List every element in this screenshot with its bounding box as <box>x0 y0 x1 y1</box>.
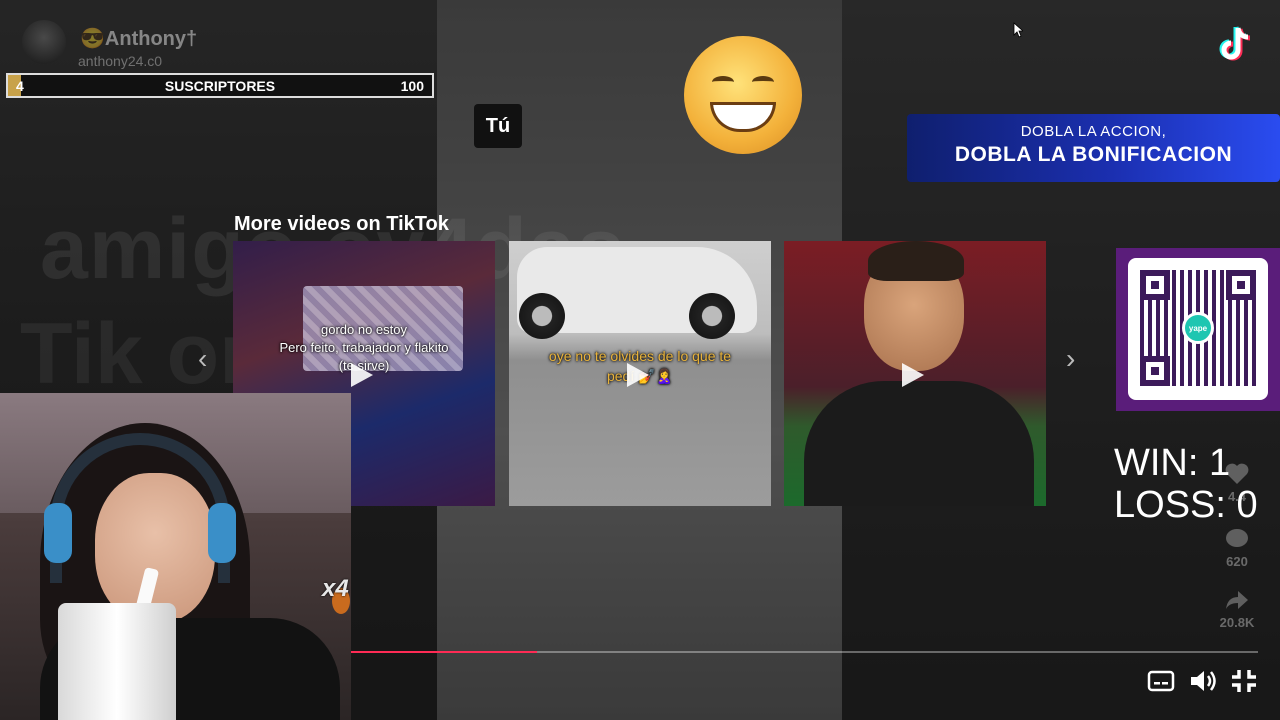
video-thumbnail-2[interactable]: oye no te olvides de lo que te pedí 💅🙎‍♀… <box>509 241 771 506</box>
gift-multiplier: x4 <box>322 575 349 602</box>
qr-finder <box>1140 270 1170 300</box>
captions-icon[interactable] <box>1147 668 1175 694</box>
video-thumbnail-3[interactable] <box>784 241 1046 506</box>
webcam-overlay <box>0 393 351 720</box>
exit-fullscreen-icon[interactable] <box>1230 668 1258 694</box>
person-hair <box>868 241 964 281</box>
like-action[interactable]: 4.4 <box>1214 462 1260 504</box>
like-count: 4.4 <box>1227 489 1247 504</box>
qr-code-panel: yape <box>1116 248 1280 411</box>
subscriber-goal-label: SUSCRIPTORES <box>164 77 276 94</box>
chevron-left-icon[interactable]: ‹ <box>198 345 216 373</box>
heart-icon <box>1225 463 1249 484</box>
comment-count: 620 <box>1226 554 1248 569</box>
video-progress-bar[interactable] <box>351 651 1258 653</box>
play-icon <box>351 363 373 387</box>
share-count: 20.8K <box>1219 615 1255 630</box>
person-jacket <box>804 381 1034 506</box>
promo-banner: DOBLA LA ACCION, DOBLA LA BONIFICACION <box>907 114 1280 182</box>
more-videos-title: More videos on TikTok <box>234 213 449 235</box>
channel-name: 😎Anthony† <box>80 28 198 50</box>
qr-finder <box>1140 356 1170 386</box>
tiktok-logo-icon[interactable] <box>1218 24 1254 64</box>
play-icon <box>902 363 924 387</box>
tumbler-cup <box>58 603 176 720</box>
volume-icon[interactable] <box>1189 668 1217 694</box>
qr-code: yape <box>1128 258 1268 400</box>
share-action[interactable]: 20.8K <box>1214 588 1260 630</box>
channel-handle: anthony24.c0 <box>78 53 163 69</box>
emoji-eye-left <box>712 76 734 88</box>
you-badge: Tú <box>474 104 522 148</box>
promo-line-1: DOBLA LA ACCION, <box>1020 123 1167 140</box>
qr-finder <box>1226 270 1256 300</box>
yape-logo: yape <box>1182 312 1214 344</box>
mouse-cursor-icon <box>1013 22 1023 38</box>
comment-action[interactable]: 620 <box>1214 527 1260 569</box>
grinning-emoji-icon <box>684 36 802 154</box>
avatar <box>22 20 66 64</box>
subscriber-goal-bar: 4 SUSCRIPTORES 100 <box>6 73 434 98</box>
qr-pattern: yape <box>1140 270 1256 386</box>
video-progress-fill <box>351 651 537 653</box>
headset-ear-left <box>44 503 72 563</box>
emoji-mouth <box>710 102 776 132</box>
chevron-right-icon[interactable]: › <box>1066 345 1084 373</box>
share-icon <box>1226 591 1248 609</box>
promo-line-2: DOBLA LA BONIFICACION <box>954 143 1233 166</box>
subscriber-goal-target: 100 <box>400 77 424 94</box>
emoji-eye-right <box>752 76 774 88</box>
comment-icon <box>1226 529 1248 547</box>
car-wheel <box>689 293 735 339</box>
play-icon <box>627 363 649 387</box>
car-wheel <box>519 293 565 339</box>
headset-ear-right <box>208 503 236 563</box>
